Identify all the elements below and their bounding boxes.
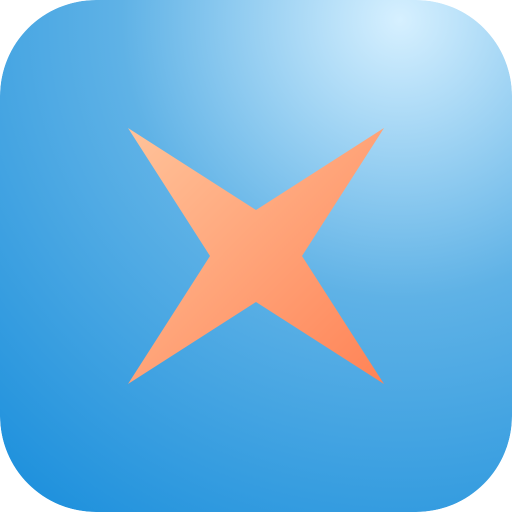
app-icon-tile[interactable] xyxy=(0,0,512,512)
app-icon-graphic xyxy=(0,0,512,512)
